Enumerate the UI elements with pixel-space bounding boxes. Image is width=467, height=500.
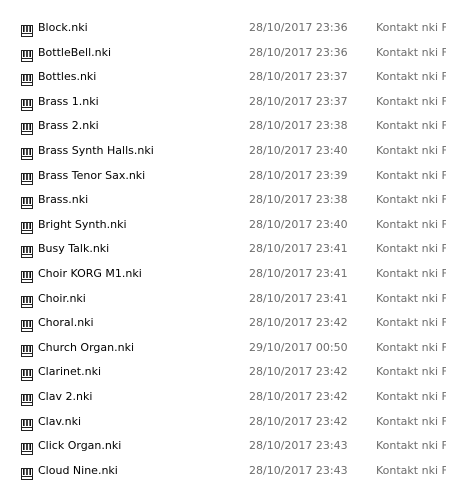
file-name: Brass 2.nki (38, 119, 99, 133)
file-date-modified: 28/10/2017 23:41 (249, 242, 348, 256)
file-row[interactable]: Click Organ.nki 28/10/2017 23:43 Kontakt… (0, 434, 467, 459)
file-type: Kontakt nki File (376, 143, 446, 157)
file-date-modified: 28/10/2017 23:41 (249, 266, 348, 280)
file-row[interactable]: Clarinet.nki 28/10/2017 23:42 Kontakt nk… (0, 360, 467, 385)
file-name: Brass 1.nki (38, 94, 99, 108)
file-type: Kontakt nki File (376, 94, 446, 108)
file-name: Clav.nki (38, 414, 82, 428)
file-date-modified: 28/10/2017 23:43 (249, 463, 348, 477)
file-row[interactable]: Choral.nki 28/10/2017 23:42 Kontakt nki … (0, 311, 467, 336)
kontakt-file-icon (21, 317, 33, 333)
file-row[interactable]: Brass 1.nki 28/10/2017 23:37 Kontakt nki… (0, 90, 467, 115)
kontakt-file-icon (21, 293, 33, 308)
file-row[interactable]: Choir.nki 28/10/2017 23:41 Kontakt nki F… (0, 287, 467, 312)
file-name: Church Organ.nki (38, 340, 134, 354)
file-name: Choir.nki (38, 291, 86, 305)
kontakt-file-icon (21, 219, 33, 234)
file-type: Kontakt nki File (376, 266, 446, 280)
file-type: Kontakt nki File (376, 463, 446, 477)
file-name: Clav 2.nki (38, 389, 93, 403)
kontakt-file-icon (21, 366, 33, 382)
kontakt-file-icon (21, 47, 33, 62)
file-date-modified: 28/10/2017 23:42 (249, 389, 348, 403)
kontakt-file-icon (21, 145, 33, 160)
file-row[interactable]: Brass 2.nki 28/10/2017 23:38 Kontakt nki… (0, 114, 467, 139)
file-row[interactable]: Clav 2.nki 28/10/2017 23:42 Kontakt nki … (0, 385, 467, 410)
file-type: Kontakt nki File (376, 316, 446, 330)
file-date-modified: 28/10/2017 23:37 (249, 94, 348, 108)
file-name: Cloud Nine.nki (38, 463, 118, 477)
file-row[interactable]: Church Organ.nki 29/10/2017 00:50 Kontak… (0, 336, 467, 361)
file-date-modified: 28/10/2017 23:40 (249, 143, 348, 157)
file-date-modified: 28/10/2017 23:41 (249, 291, 348, 305)
kontakt-file-icon (21, 391, 33, 406)
file-type: Kontakt nki File (376, 389, 446, 403)
file-type: Kontakt nki File (376, 119, 446, 133)
file-type: Kontakt nki File (376, 21, 446, 34)
kontakt-file-icon (21, 96, 33, 111)
file-name: Busy Talk.nki (38, 242, 110, 256)
file-name: Choral.nki (38, 316, 94, 330)
file-date-modified: 29/10/2017 00:50 (249, 340, 348, 354)
file-name: Bottles.nki (38, 70, 97, 84)
kontakt-file-icon (21, 243, 33, 259)
file-type: Kontakt nki File (376, 340, 446, 354)
file-row[interactable]: Brass Synth Halls.nki 28/10/2017 23:40 K… (0, 139, 467, 164)
file-list: Block.nki 28/10/2017 23:36 Kontakt nki F… (0, 0, 467, 500)
file-type: Kontakt nki File (376, 291, 446, 305)
file-date-modified: 28/10/2017 23:37 (249, 70, 348, 84)
file-row[interactable]: Bottles.nki 28/10/2017 23:37 Kontakt nki… (0, 65, 467, 90)
kontakt-file-icon (21, 120, 33, 136)
file-name: Brass.nki (38, 193, 89, 207)
file-type: Kontakt nki File (376, 439, 446, 453)
file-row[interactable]: Choir KORG M1.nki 28/10/2017 23:41 Konta… (0, 262, 467, 287)
file-name: Choir KORG M1.nki (38, 266, 142, 280)
file-name: Brass Tenor Sax.nki (38, 168, 146, 182)
file-date-modified: 28/10/2017 23:38 (249, 119, 348, 133)
file-name: Clarinet.nki (38, 365, 102, 379)
file-date-modified: 28/10/2017 23:42 (249, 365, 348, 379)
file-name: Brass Synth Halls.nki (38, 143, 154, 157)
kontakt-file-icon (21, 22, 33, 37)
file-date-modified: 28/10/2017 23:36 (249, 45, 348, 59)
file-row[interactable]: Brass.nki 28/10/2017 23:38 Kontakt nki F… (0, 188, 467, 213)
file-name: Bright Synth.nki (38, 217, 127, 231)
file-type: Kontakt nki File (376, 365, 446, 379)
file-row[interactable]: Busy Talk.nki 28/10/2017 23:41 Kontakt n… (0, 237, 467, 262)
file-date-modified: 28/10/2017 23:36 (249, 21, 348, 34)
kontakt-file-icon (21, 268, 33, 283)
file-type: Kontakt nki File (376, 45, 446, 59)
file-date-modified: 28/10/2017 23:43 (249, 439, 348, 453)
file-name: BottleBell.nki (38, 45, 112, 59)
file-row[interactable]: Brass Tenor Sax.nki 28/10/2017 23:39 Kon… (0, 164, 467, 189)
file-name: Click Organ.nki (38, 439, 122, 453)
kontakt-file-icon (21, 71, 33, 87)
kontakt-file-icon (21, 440, 33, 456)
file-type: Kontakt nki File (376, 193, 446, 207)
file-row[interactable]: Bright Synth.nki 28/10/2017 23:40 Kontak… (0, 213, 467, 238)
kontakt-file-icon (21, 416, 33, 431)
file-date-modified: 28/10/2017 23:39 (249, 168, 348, 182)
file-type: Kontakt nki File (376, 168, 446, 182)
file-type: Kontakt nki File (376, 242, 446, 256)
file-row[interactable]: Clav.nki 28/10/2017 23:42 Kontakt nki Fi… (0, 410, 467, 435)
file-type: Kontakt nki File (376, 217, 446, 231)
file-row[interactable]: BottleBell.nki 28/10/2017 23:36 Kontakt … (0, 41, 467, 66)
file-type: Kontakt nki File (376, 414, 446, 428)
kontakt-file-icon (21, 170, 33, 185)
kontakt-file-icon (21, 465, 33, 480)
file-date-modified: 28/10/2017 23:40 (249, 217, 348, 231)
file-name: Block.nki (38, 21, 88, 34)
kontakt-file-icon (21, 194, 33, 210)
file-type: Kontakt nki File (376, 70, 446, 84)
file-row[interactable]: Cloud Nine.nki 28/10/2017 23:43 Kontakt … (0, 459, 467, 484)
kontakt-file-icon (21, 342, 33, 357)
file-date-modified: 28/10/2017 23:42 (249, 316, 348, 330)
file-row[interactable]: Block.nki 28/10/2017 23:36 Kontakt nki F… (0, 16, 467, 41)
file-date-modified: 28/10/2017 23:42 (249, 414, 348, 428)
file-date-modified: 28/10/2017 23:38 (249, 193, 348, 207)
